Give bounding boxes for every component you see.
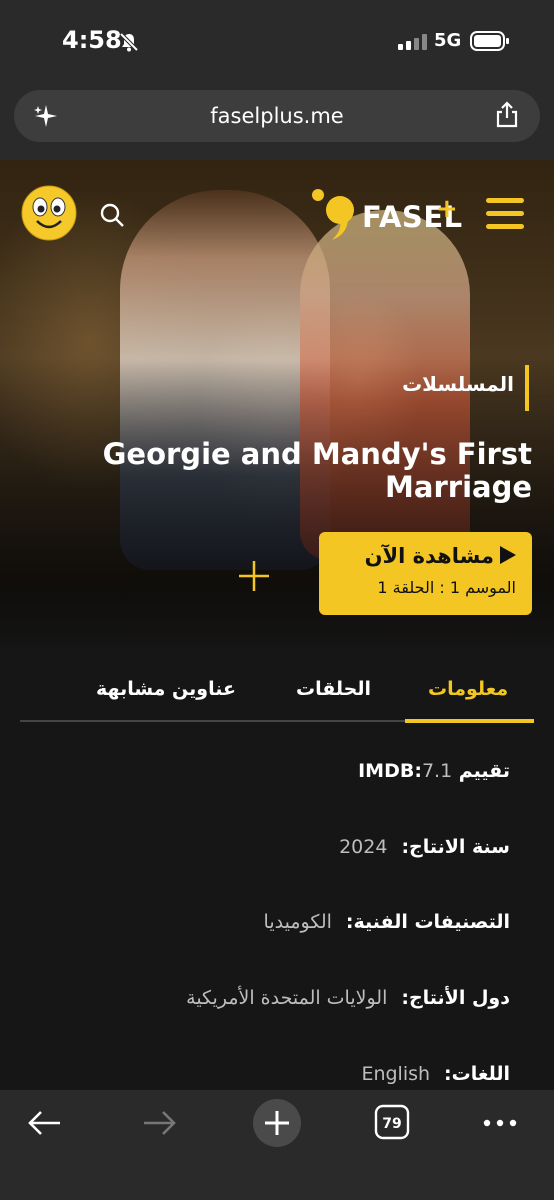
status-bar: 4:58 5G bbox=[0, 0, 554, 82]
share-icon[interactable] bbox=[494, 101, 520, 133]
tab-episodes[interactable]: الحلقات bbox=[296, 678, 371, 700]
browser-toolbar: 79 bbox=[0, 1090, 554, 1200]
url-text[interactable]: faselplus.me bbox=[14, 104, 540, 128]
browser-address-area: faselplus.me bbox=[0, 82, 554, 160]
info-value[interactable]: الكوميديا bbox=[264, 911, 332, 933]
info-value: 2024 bbox=[339, 836, 388, 858]
search-icon[interactable] bbox=[98, 201, 126, 233]
logo-plus: + bbox=[436, 194, 458, 224]
info-key: اللغات: bbox=[444, 1063, 510, 1085]
add-to-list-icon[interactable] bbox=[236, 558, 272, 598]
play-icon bbox=[500, 545, 516, 569]
category-link[interactable]: المسلسلات bbox=[402, 372, 514, 396]
watch-now-label: مشاهدة الآن bbox=[364, 544, 494, 568]
network-type: 5G bbox=[434, 30, 462, 51]
address-bar[interactable]: faselplus.me bbox=[14, 90, 540, 142]
active-tab-indicator bbox=[405, 719, 534, 723]
content-tabs: معلومات الحلقات عناوين مشابهة bbox=[0, 654, 554, 724]
battery-icon bbox=[470, 31, 510, 55]
tab-info[interactable]: معلومات bbox=[428, 678, 508, 700]
info-row-genres: التصنيفات الفنية: الكوميديا bbox=[40, 911, 510, 933]
cellular-signal-icon bbox=[398, 34, 428, 54]
info-key: التصنيفات الفنية: bbox=[345, 911, 510, 933]
page-title: Georgie and Mandy's First Marriage bbox=[102, 437, 532, 504]
watch-now-row: مشاهدة الآن bbox=[365, 544, 516, 569]
watch-now-button[interactable]: مشاهدة الآن الموسم 1 : الحلقة 1 bbox=[319, 532, 532, 615]
hamburger-menu-icon[interactable] bbox=[486, 198, 524, 234]
info-key: سنة الانتاج: bbox=[401, 836, 510, 858]
bell-muted-icon bbox=[118, 31, 140, 57]
info-row-year: سنة الانتاج: 2024 bbox=[40, 836, 510, 858]
category-accent-bar bbox=[525, 365, 529, 411]
tab-similar-titles[interactable]: عناوين مشابهة bbox=[96, 678, 236, 700]
back-arrow-icon[interactable] bbox=[26, 1106, 64, 1144]
info-value[interactable]: الولايات المتحدة الأمريكية bbox=[186, 987, 387, 1009]
info-value: English bbox=[361, 1063, 431, 1085]
tab-count: 79 bbox=[382, 1116, 401, 1132]
hero-banner: FASEL + المسلسلات Georgie and Mandy's Fi… bbox=[0, 160, 554, 654]
info-row-languages: اللغات: English bbox=[40, 1063, 510, 1085]
tabs-count-icon[interactable]: 79 bbox=[374, 1104, 410, 1144]
forward-arrow-icon[interactable] bbox=[140, 1106, 178, 1144]
info-key: دول الأنتاج: bbox=[401, 987, 510, 1009]
more-options-icon[interactable] bbox=[482, 1114, 518, 1133]
logo-drop-icon bbox=[308, 188, 360, 244]
info-row-country: دول الأنتاج: الولايات المتحدة الأمريكية bbox=[40, 987, 510, 1009]
new-tab-icon[interactable] bbox=[252, 1098, 302, 1152]
status-time: 4:58 bbox=[62, 26, 122, 54]
smiley-avatar-icon[interactable] bbox=[21, 185, 77, 245]
info-row-imdb: تقييم IMDB:7.1 bbox=[40, 760, 510, 782]
info-value: 7.1 bbox=[421, 760, 453, 782]
watch-episode-label: الموسم 1 : الحلقة 1 bbox=[377, 578, 516, 597]
